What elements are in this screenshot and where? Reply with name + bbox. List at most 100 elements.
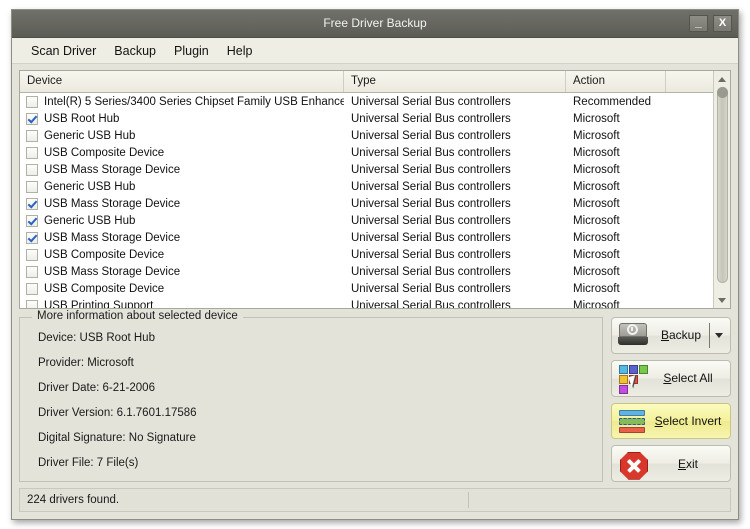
cell-device: USB Root Hub <box>20 112 344 125</box>
menu-item-scan-driver[interactable]: Scan Driver <box>22 41 105 61</box>
menu-item-backup[interactable]: Backup <box>105 41 165 61</box>
cell-action: Microsoft <box>573 214 620 227</box>
scroll-up-arrow-icon[interactable] <box>714 72 730 86</box>
cell-action: Recommended <box>573 95 651 108</box>
table-row[interactable]: Intel(R) 5 Series/3400 Series Chipset Fa… <box>20 93 730 110</box>
select-invert-button-label: Select Invert <box>654 413 722 428</box>
column-header-device[interactable]: Device <box>20 71 344 92</box>
cell-device: USB Mass Storage Device <box>20 197 344 210</box>
device-name-label: USB Composite Device <box>44 282 165 295</box>
device-name-label: USB Printing Support <box>44 299 154 309</box>
app-window: Free Driver Backup _ X Scan Driver Backu… <box>11 9 739 520</box>
row-checkbox[interactable] <box>26 197 38 210</box>
device-name-label: USB Mass Storage Device <box>44 163 181 176</box>
cell-type: Universal Serial Bus controllers <box>351 282 511 295</box>
info-digital-signature: Digital Signature: No Signature <box>38 432 196 444</box>
cell-action: Microsoft <box>573 265 620 278</box>
row-checkbox[interactable] <box>26 95 38 108</box>
cell-action: Microsoft <box>573 299 620 309</box>
table-row[interactable]: USB Mass Storage Device Universal Serial … <box>20 161 730 178</box>
cell-type: Universal Serial Bus controllers <box>351 248 511 261</box>
cell-type: Universal Serial Bus controllers <box>351 265 511 278</box>
status-bar: 224 drivers found. <box>19 488 731 512</box>
row-checkbox[interactable] <box>26 265 38 278</box>
cell-action: Microsoft <box>573 146 620 159</box>
table-row[interactable]: USB Printing Support Universal Serial Bus… <box>20 297 730 308</box>
menu-item-help[interactable]: Help <box>218 41 262 61</box>
column-header-action[interactable]: Action <box>566 71 666 92</box>
cell-type: Universal Serial Bus controllers <box>351 180 511 193</box>
cell-device: Intel(R) 5 Series/3400 Series Chipset Fa… <box>20 95 344 108</box>
device-name-label: USB Root Hub <box>44 112 120 125</box>
table-row[interactable]: Generic USB Hub Universal Serial Bus cont… <box>20 127 730 144</box>
status-text: 224 drivers found. <box>27 494 120 506</box>
list-header-row: Device Type Action <box>20 71 730 93</box>
table-row[interactable]: USB Root Hub Universal Serial Bus control… <box>20 110 730 127</box>
device-name-label: USB Composite Device <box>44 248 165 261</box>
table-row[interactable]: USB Composite Device Universal Serial Bus… <box>20 280 730 297</box>
row-checkbox[interactable] <box>26 163 38 176</box>
select-invert-button[interactable]: Select Invert <box>611 402 731 440</box>
menu-bar: Scan Driver Backup Plugin Help <box>12 38 738 64</box>
device-name-label: USB Mass Storage Device <box>44 265 181 278</box>
info-driver-version: Driver Version: 6.1.7601.17586 <box>38 407 197 419</box>
cell-device: USB Printing Support <box>20 299 344 309</box>
chevron-down-icon <box>715 332 723 338</box>
cell-device: Generic USB Hub <box>20 214 344 227</box>
row-checkbox[interactable] <box>26 146 38 159</box>
cell-type: Universal Serial Bus controllers <box>351 146 511 159</box>
cell-action: Microsoft <box>573 180 620 193</box>
list-rows-container: Intel(R) 5 Series/3400 Series Chipset Fa… <box>20 93 730 308</box>
backup-drive-icon <box>616 320 650 350</box>
row-checkbox[interactable] <box>26 248 38 261</box>
cell-type: Universal Serial Bus controllers <box>351 163 511 176</box>
cell-device: USB Mass Storage Device <box>20 163 344 176</box>
backup-dropdown-toggle[interactable] <box>709 323 728 348</box>
exit-button[interactable]: Exit <box>611 445 731 482</box>
row-checkbox[interactable] <box>26 112 38 125</box>
table-row[interactable]: USB Mass Storage Device Universal Serial … <box>20 263 730 280</box>
row-checkbox[interactable] <box>26 214 38 227</box>
cell-device: USB Composite Device <box>20 248 344 261</box>
table-row[interactable]: USB Composite Device Universal Serial Bus… <box>20 144 730 161</box>
table-row[interactable]: USB Mass Storage Device Universal Serial … <box>20 195 730 212</box>
row-checkbox[interactable] <box>26 180 38 193</box>
select-all-button[interactable]: Select All <box>611 359 731 397</box>
info-provider: Provider: Microsoft <box>38 357 134 369</box>
table-row[interactable]: Generic USB Hub Universal Serial Bus cont… <box>20 212 730 229</box>
minimize-icon: _ <box>695 15 702 29</box>
cell-type: Universal Serial Bus controllers <box>351 214 511 227</box>
table-row[interactable]: USB Mass Storage Device Universal Serial … <box>20 229 730 246</box>
device-name-label: USB Mass Storage Device <box>44 197 181 210</box>
column-header-type[interactable]: Type <box>344 71 566 92</box>
cell-action: Microsoft <box>573 282 620 295</box>
cell-device: USB Mass Storage Device <box>20 265 344 278</box>
menu-item-plugin[interactable]: Plugin <box>165 41 218 61</box>
row-checkbox[interactable] <box>26 231 38 244</box>
scrollbar-thumb[interactable] <box>717 87 728 283</box>
cell-device: Generic USB Hub <box>20 129 344 142</box>
info-driver-file: Driver File: 7 File(s) <box>38 457 139 469</box>
minimize-button[interactable]: _ <box>689 15 708 32</box>
exit-button-label: Exit <box>677 456 698 471</box>
backup-button[interactable]: Backup <box>611 317 731 354</box>
scroll-down-arrow-icon[interactable] <box>714 293 730 307</box>
table-row[interactable]: USB Composite Device Universal Serial Bus… <box>20 246 730 263</box>
cell-action: Microsoft <box>573 248 620 261</box>
select-all-grid-icon <box>616 363 650 395</box>
cell-device: Generic USB Hub <box>20 180 344 193</box>
status-bar-divider <box>468 492 469 508</box>
close-button[interactable]: X <box>713 15 732 32</box>
title-bar: Free Driver Backup _ X <box>12 10 738 38</box>
exit-stop-icon <box>616 449 650 480</box>
table-row[interactable]: Generic USB Hub Universal Serial Bus cont… <box>20 178 730 195</box>
device-name-label: Generic USB Hub <box>44 214 136 227</box>
middle-section: More information about selected device D… <box>19 310 731 482</box>
device-name-label: Generic USB Hub <box>44 129 136 142</box>
row-checkbox[interactable] <box>26 129 38 142</box>
device-name-label: Generic USB Hub <box>44 180 136 193</box>
row-checkbox[interactable] <box>26 299 38 308</box>
cell-device: USB Composite Device <box>20 146 344 159</box>
row-checkbox[interactable] <box>26 282 38 295</box>
list-vertical-scrollbar[interactable] <box>713 71 730 308</box>
